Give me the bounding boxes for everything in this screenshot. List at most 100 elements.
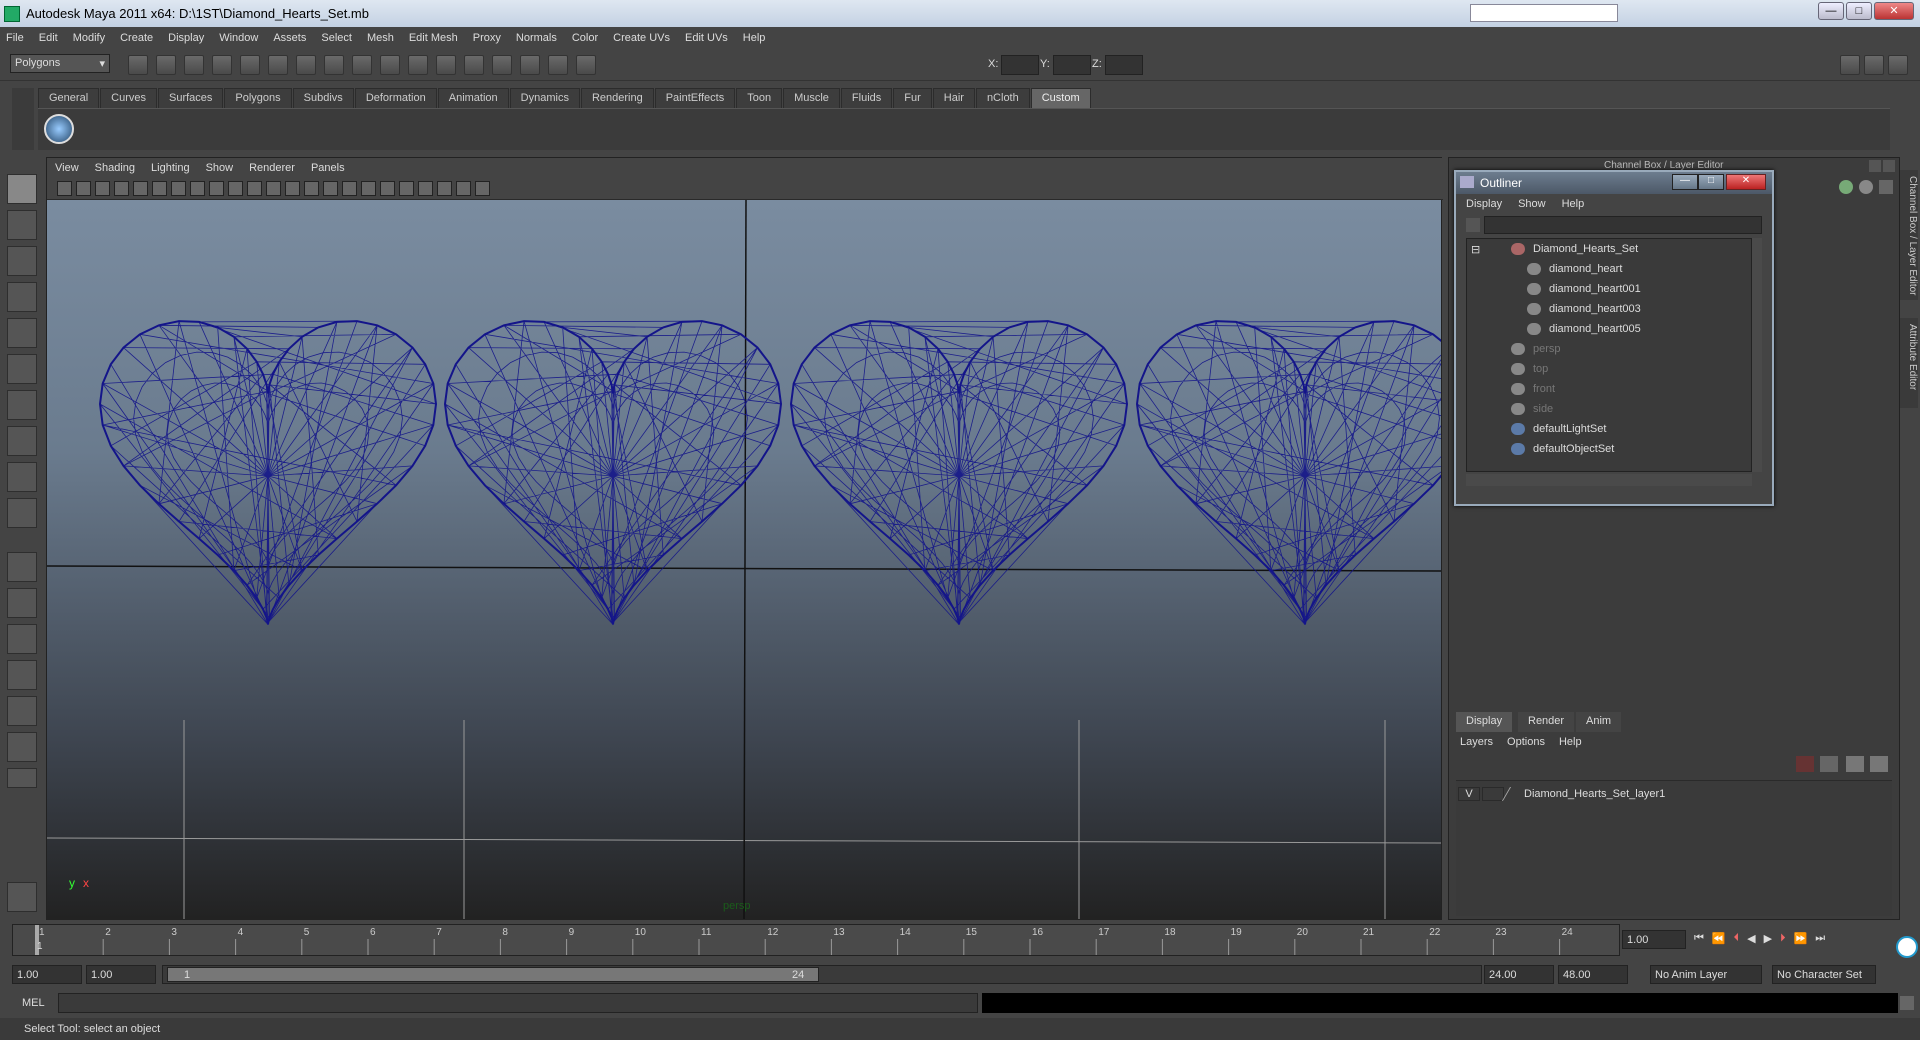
render-current-icon[interactable] bbox=[492, 55, 512, 75]
close-button[interactable]: ✕ bbox=[1874, 2, 1914, 20]
outliner-item[interactable]: front bbox=[1511, 383, 1555, 403]
move-up-layer-icon[interactable] bbox=[1846, 756, 1864, 772]
script-editor-button-icon[interactable] bbox=[1900, 996, 1914, 1010]
play-backwards-icon[interactable]: ◀ bbox=[1747, 932, 1755, 945]
lock-selection-icon[interactable] bbox=[296, 55, 316, 75]
layer-editor-icon[interactable] bbox=[1859, 180, 1873, 194]
shelf-tab-toon[interactable]: Toon bbox=[736, 88, 783, 108]
outliner-menu-display[interactable]: Display bbox=[1466, 198, 1502, 210]
outliner-item[interactable]: diamond_heart bbox=[1527, 263, 1622, 283]
open-scene-icon[interactable] bbox=[156, 55, 176, 75]
layer-tab-display[interactable]: Display bbox=[1456, 712, 1513, 732]
outliner-item[interactable]: persp bbox=[1511, 343, 1561, 363]
tool-settings-toggle-icon[interactable] bbox=[1888, 55, 1908, 75]
new-layer-from-selected-icon[interactable] bbox=[1796, 756, 1814, 772]
shadows-icon[interactable] bbox=[361, 181, 376, 196]
command-language-label[interactable]: MEL bbox=[22, 997, 45, 1009]
layer-tab-render[interactable]: Render bbox=[1518, 712, 1575, 732]
step-forward-key-icon[interactable]: ⏵ bbox=[1780, 932, 1786, 945]
menu-window[interactable]: Window bbox=[219, 32, 258, 44]
persp-graph-outliner-layout-icon[interactable] bbox=[7, 732, 37, 762]
menu-display[interactable]: Display bbox=[168, 32, 204, 44]
outliner-item[interactable]: diamond_heart003 bbox=[1527, 303, 1641, 323]
end-time-field[interactable]: 48.00 bbox=[1558, 965, 1628, 984]
channel-box-toggle-icon[interactable] bbox=[1864, 55, 1884, 75]
shelf-tab-painteffects[interactable]: PaintEffects bbox=[654, 88, 736, 108]
menu-edit-uvs[interactable]: Edit UVs bbox=[685, 32, 728, 44]
perspective-viewport[interactable]: persp y x bbox=[47, 200, 1441, 919]
menu-select[interactable]: Select bbox=[321, 32, 352, 44]
use-all-lights-icon[interactable] bbox=[399, 181, 414, 196]
textured-icon[interactable] bbox=[380, 181, 395, 196]
diamond-heart-mesh[interactable] bbox=[789, 320, 1129, 625]
side-tab-channel-box[interactable]: Channel Box / Layer Editor bbox=[1900, 170, 1918, 300]
hypershade-icon[interactable] bbox=[576, 55, 596, 75]
new-layer-icon[interactable] bbox=[1820, 756, 1838, 772]
outliner-item[interactable]: defaultLightSet bbox=[1511, 423, 1606, 443]
collapse-toggle-icon[interactable]: ⊟ bbox=[1471, 243, 1480, 263]
menu-mesh[interactable]: Mesh bbox=[367, 32, 394, 44]
shelf-tab-ncloth[interactable]: nCloth bbox=[975, 88, 1030, 108]
menu-color[interactable]: Color bbox=[572, 32, 598, 44]
time-slider[interactable]: 1 2 3 4 5 6 7 8 9 10 11 12 13 14 15 16 17 18 19 20 21 22 23 24 … bbox=[12, 924, 1620, 956]
script-editor-icon[interactable] bbox=[7, 882, 37, 912]
single-perspective-layout-icon[interactable] bbox=[7, 552, 37, 582]
shelf-tab-dynamics[interactable]: Dynamics bbox=[509, 88, 580, 108]
snap-grid-icon[interactable] bbox=[324, 55, 344, 75]
viewport-menu-show[interactable]: Show bbox=[206, 162, 234, 174]
viewport-menu-panels[interactable]: Panels bbox=[311, 162, 345, 174]
play-forwards-icon[interactable]: ▶ bbox=[1764, 932, 1772, 945]
viewport-menu-lighting[interactable]: Lighting bbox=[151, 162, 190, 174]
menu-help[interactable]: Help bbox=[743, 32, 766, 44]
side-tab-attribute-editor[interactable]: Attribute Editor bbox=[1900, 318, 1918, 408]
animation-preferences-icon[interactable] bbox=[1896, 936, 1918, 958]
character-set-dropdown[interactable]: No Character Set bbox=[1772, 965, 1876, 984]
snap-point-icon[interactable] bbox=[380, 55, 400, 75]
outliner-close-button[interactable]: ✕ bbox=[1726, 174, 1766, 190]
layer-tab-anim[interactable]: Anim bbox=[1576, 712, 1622, 732]
lasso-tool-icon[interactable] bbox=[7, 210, 37, 240]
menu-create-uvs[interactable]: Create UVs bbox=[613, 32, 670, 44]
outliner-item[interactable]: diamond_heart005 bbox=[1527, 323, 1641, 343]
bookmarks-icon[interactable] bbox=[95, 181, 110, 196]
select-tool-icon[interactable] bbox=[7, 174, 37, 204]
layer-menu-help[interactable]: Help bbox=[1559, 736, 1582, 748]
snap-curve-icon[interactable] bbox=[352, 55, 372, 75]
shelf-tab-rendering[interactable]: Rendering bbox=[580, 88, 654, 108]
four-view-layout-icon[interactable] bbox=[7, 588, 37, 618]
smooth-shade-icon[interactable] bbox=[323, 181, 338, 196]
range-slider-track[interactable]: 1 24 bbox=[162, 965, 1482, 984]
outliner-item[interactable]: side bbox=[1511, 403, 1553, 423]
minimize-button[interactable]: — bbox=[1818, 2, 1844, 20]
menu-edit-mesh[interactable]: Edit Mesh bbox=[409, 32, 458, 44]
layer-row[interactable]: V Diamond_Hearts_Set_layer1 bbox=[1458, 785, 1888, 803]
safe-title-icon[interactable] bbox=[285, 181, 300, 196]
hypershade-layout-icon[interactable] bbox=[7, 696, 37, 726]
outliner-title-bar[interactable]: Outliner — □ ✕ bbox=[1456, 172, 1772, 194]
viewport-menu-shading[interactable]: Shading bbox=[95, 162, 135, 174]
menu-set-dropdown[interactable]: Polygons bbox=[10, 54, 110, 73]
panel-close-icon[interactable] bbox=[1883, 160, 1895, 172]
ipr-render-icon[interactable] bbox=[520, 55, 540, 75]
current-time-field[interactable]: 1.00 bbox=[1622, 930, 1686, 949]
step-back-key-icon[interactable]: ⏴ bbox=[1734, 932, 1740, 945]
go-to-end-icon[interactable]: ⏭ bbox=[1815, 932, 1825, 945]
diamond-heart-mesh[interactable] bbox=[1135, 320, 1441, 625]
outliner-menu-help[interactable]: Help bbox=[1562, 198, 1585, 210]
gate-mask-icon[interactable] bbox=[228, 181, 243, 196]
wireframe-icon[interactable] bbox=[304, 181, 319, 196]
paint-select-tool-icon[interactable] bbox=[7, 246, 37, 276]
xray-icon[interactable] bbox=[437, 181, 452, 196]
shelf-tab-general[interactable]: General bbox=[38, 88, 100, 108]
diamond-heart-mesh[interactable] bbox=[98, 320, 438, 625]
playback-end-field[interactable]: 24.00 bbox=[1484, 965, 1554, 984]
resolution-gate-icon[interactable] bbox=[209, 181, 224, 196]
universal-manipulator-icon[interactable] bbox=[7, 390, 37, 420]
select-hierarchy-icon[interactable] bbox=[212, 55, 232, 75]
y-field[interactable] bbox=[1053, 55, 1091, 75]
shelf-tab-curves[interactable]: Curves bbox=[100, 88, 157, 108]
outliner-item[interactable]: top bbox=[1511, 363, 1548, 383]
show-manipulator-icon[interactable] bbox=[7, 462, 37, 492]
outliner-filter-input[interactable] bbox=[1484, 216, 1762, 234]
safe-action-icon[interactable] bbox=[266, 181, 281, 196]
